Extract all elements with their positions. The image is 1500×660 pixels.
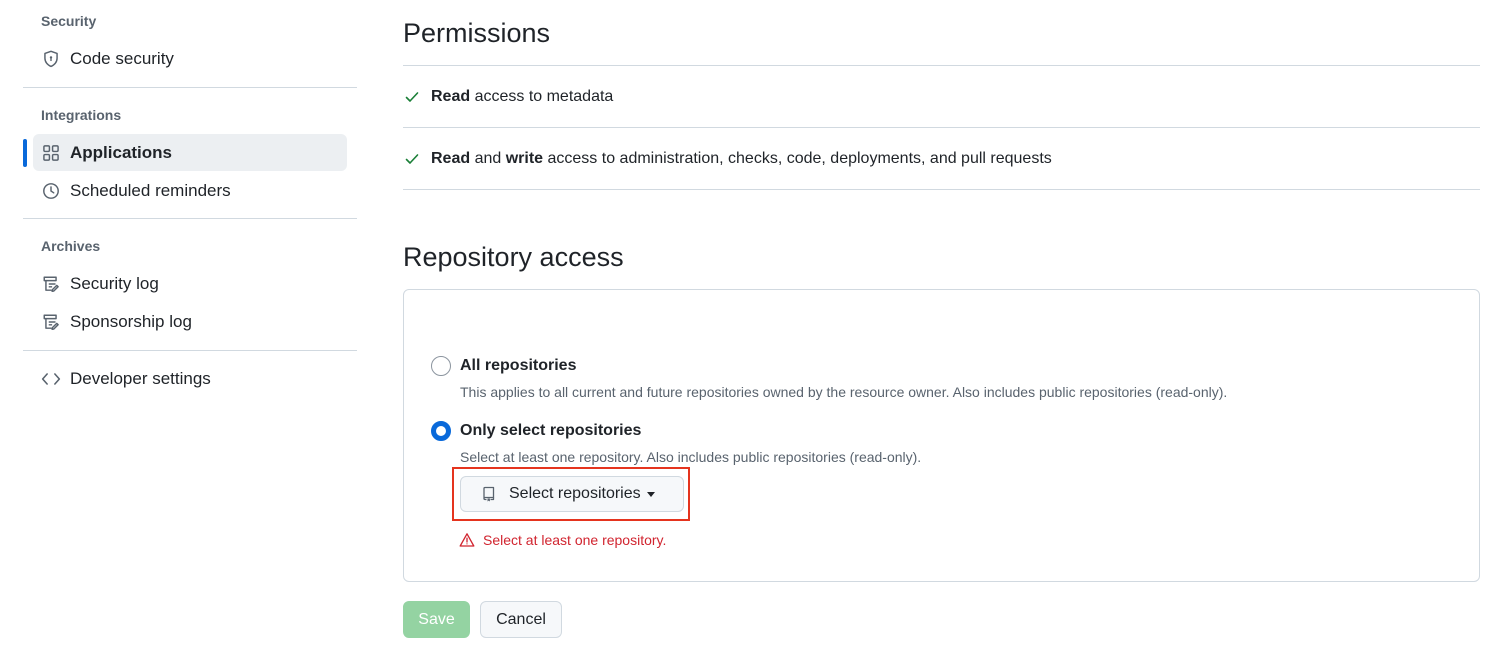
permission-text: and [470,150,506,167]
sidebar-item-label: Sponsorship log [70,311,192,331]
sidebar-divider [23,350,357,351]
permission-text: access to metadata [470,88,614,105]
select-repositories-label[interactable]: Only select repositories [460,422,641,440]
sidebar-item-code-security[interactable]: Code security [33,40,347,77]
sidebar-divider [23,87,357,88]
repo-icon [481,485,499,503]
permissions-title: Permissions [403,18,551,48]
permission-text: access to administration, checks, code, … [543,150,1052,167]
sidebar-item-security-log[interactable]: Security log [33,265,347,302]
sidebar-item-label: Applications [70,142,173,162]
code-icon [41,369,61,389]
sidebar-heading-security: Security [41,13,97,29]
active-indicator [23,139,27,167]
sidebar-item-sponsorship-log[interactable]: Sponsorship log [33,303,347,340]
sidebar-item-scheduled-reminders[interactable]: Scheduled reminders [33,172,347,209]
settings-sidebar: Security Code security Integrations Appl… [0,0,380,660]
select-repositories-label: Select repositories [509,485,641,502]
permission-row-metadata: Read access to metadata [404,85,613,109]
repository-access-title: Repository access [403,242,624,272]
log-icon [41,274,61,294]
save-button[interactable]: Save [403,601,470,638]
permission-level: Read [431,150,471,167]
sidebar-item-developer-settings[interactable]: Developer settings [33,360,347,397]
section-divider [403,189,1480,190]
sidebar-item-label: Developer settings [70,368,211,388]
caret-down-icon [646,491,655,497]
apps-grid-icon [41,143,61,163]
sidebar-item-label: Scheduled reminders [70,180,231,200]
select-repositories-button[interactable]: Select repositories [460,476,684,512]
permission-level: Read [431,88,471,105]
select-repositories-radio[interactable] [431,421,451,441]
section-divider [403,127,1480,128]
permission-row-admin: Read and write access to administration,… [404,147,1052,171]
sidebar-item-applications[interactable]: Applications [33,134,347,171]
select-repositories-description: Select at least one repository. Also inc… [460,449,922,465]
section-divider [403,65,1480,66]
all-repositories-description: This applies to all current and future r… [460,384,1228,400]
cancel-button[interactable]: Cancel [480,601,562,638]
log-icon [41,312,61,332]
sidebar-divider [23,218,357,219]
shield-icon [41,49,61,69]
sidebar-item-label: Security log [70,273,159,293]
sidebar-item-label: Code security [70,48,174,68]
alert-icon [459,532,475,548]
check-icon [404,88,422,106]
clock-icon [41,181,61,201]
sidebar-heading-archives: Archives [41,238,101,254]
permission-level: write [505,150,544,167]
all-repositories-label[interactable]: All repositories [460,357,576,375]
all-repositories-radio[interactable] [431,356,451,376]
error-text: Select at least one repository. [483,532,667,548]
validation-error: Select at least one repository. [459,532,666,548]
sidebar-heading-integrations: Integrations [41,107,122,123]
check-icon [404,150,422,168]
